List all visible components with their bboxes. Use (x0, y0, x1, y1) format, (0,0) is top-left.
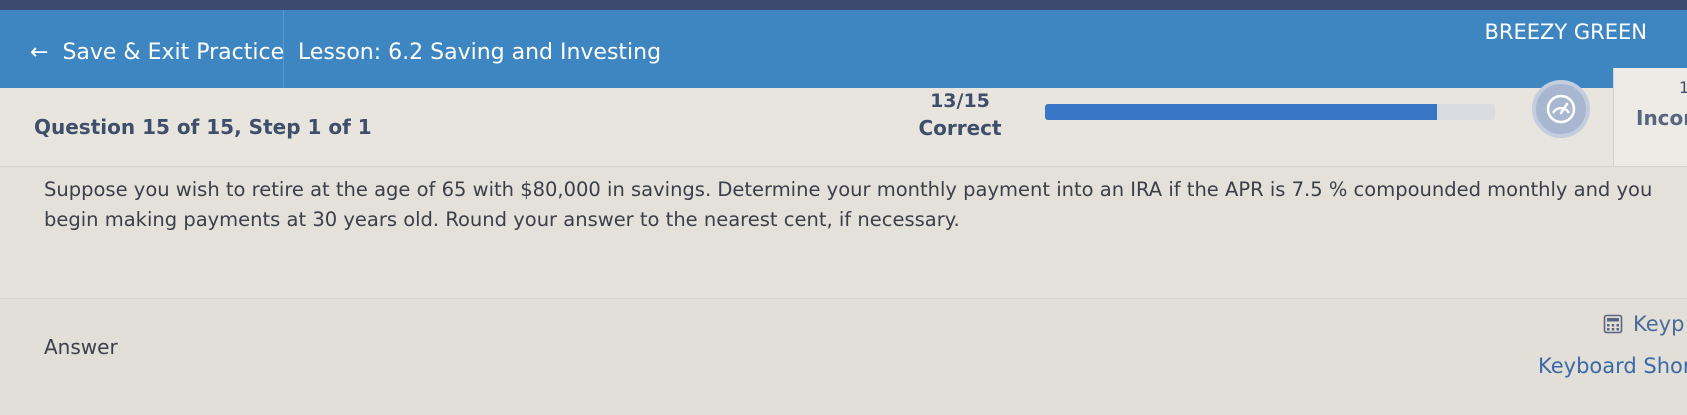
question-step: Question 15 of 15, Step 1 of 1 (34, 115, 372, 139)
incorrect-count: 1 (1679, 78, 1687, 97)
correct-label: Correct (918, 116, 1002, 140)
header-divider (283, 10, 284, 88)
keypad-label: Keyp (1633, 312, 1685, 336)
keyboard-shortcuts-link[interactable]: Keyboard Shor (1538, 354, 1687, 378)
keypad-button[interactable]: Keyp (1603, 312, 1684, 336)
user-name[interactable]: BREEZY GREEN (1484, 20, 1647, 44)
save-exit-label: Save & Exit Practice (62, 39, 285, 65)
correct-count: 13/15 (930, 90, 990, 112)
gauge-icon[interactable] (1532, 80, 1590, 138)
incorrect-label: Incor (1636, 106, 1687, 130)
window-top-strip (0, 0, 1687, 10)
incorrect-panel: 1 Incor (1613, 68, 1687, 166)
progress-bar (1045, 104, 1495, 120)
top-header: ← Save & Exit Practice Lesson: 6.2 Savin… (0, 10, 1687, 88)
progress-row: Question 15 of 15, Step 1 of 1 13/15 Cor… (0, 88, 1687, 167)
lesson-title: Lesson: 6.2 Saving and Investing (298, 39, 662, 65)
progress-fill (1045, 104, 1437, 120)
question-text: Suppose you wish to retire at the age of… (44, 178, 1653, 231)
score-block: 13/15 Correct (900, 88, 1020, 140)
arrow-left-icon: ← (30, 39, 49, 65)
answer-label: Answer (44, 335, 118, 359)
calculator-icon (1603, 314, 1623, 334)
answer-area (0, 298, 1687, 415)
save-exit-button[interactable]: ← Save & Exit Practice (30, 32, 284, 72)
